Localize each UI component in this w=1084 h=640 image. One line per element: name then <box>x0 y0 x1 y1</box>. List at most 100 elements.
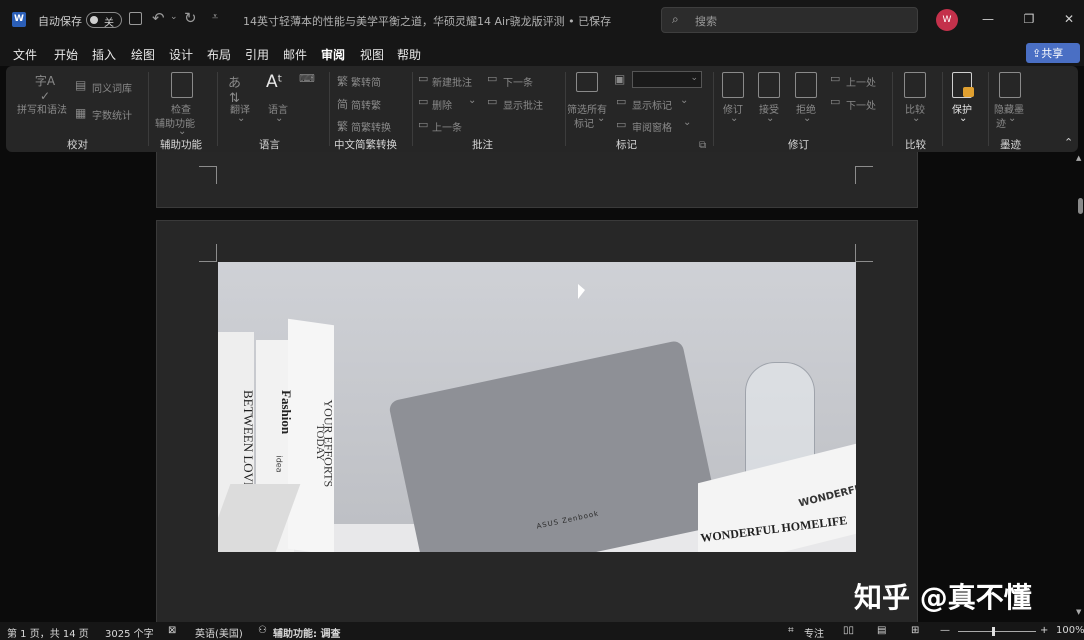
zoom-level[interactable]: 100% <box>1056 625 1084 636</box>
simp-to-trad-button[interactable]: 简转繁 <box>351 97 381 112</box>
check-accessibility-label[interactable]: 检查 <box>171 101 191 116</box>
spelling-grammar-icon[interactable]: 字A ✓ <box>33 72 57 103</box>
previous-change-icon[interactable]: ▭ <box>830 72 840 85</box>
close-icon[interactable]: ✕ <box>1062 12 1076 26</box>
document-title[interactable]: 14英寸轻薄本的性能与美学平衡之道，华硕灵耀14 Air骁龙版评测 • 已保存 <box>243 13 611 29</box>
language-icon[interactable]: Aᵗ <box>266 72 283 92</box>
redo-icon[interactable]: ↻ <box>184 9 197 27</box>
word-count[interactable]: 3025 个字 <box>105 625 154 640</box>
tab-insert[interactable]: 插入 <box>92 46 116 63</box>
accessibility-icon[interactable]: ⚇ <box>258 625 267 636</box>
collapse-ribbon-icon[interactable]: ⌃ <box>1064 136 1073 149</box>
scrollbar-thumb[interactable] <box>1078 198 1083 214</box>
tab-file[interactable]: 文件 <box>13 46 37 63</box>
inserted-photo[interactable]: BETWEEN LOVE Fashion idea YOUR EFFORTS T… <box>218 262 856 552</box>
focus-icon[interactable]: ⌗ <box>788 625 794 636</box>
share-button[interactable]: ⇪共享 <box>1026 43 1080 63</box>
compare-dropdown-icon[interactable]: ⌄ <box>912 113 920 124</box>
show-markup-icon[interactable]: ▭ <box>616 95 626 108</box>
autosave-toggle[interactable]: 关 <box>86 12 122 29</box>
translate-dropdown-icon[interactable]: ⌄ <box>237 113 245 124</box>
web-layout-icon[interactable]: ⊞ <box>911 625 919 636</box>
reviewing-pane-dropdown-icon[interactable]: ⌄ <box>683 117 691 128</box>
customize-qat-icon[interactable]: ⩡ <box>212 10 218 24</box>
accessibility-status[interactable]: 辅助功能: 调查 <box>273 625 340 640</box>
tab-layout[interactable]: 布局 <box>207 46 231 63</box>
hide-ink-dropdown-icon[interactable]: ⌄ <box>1008 113 1016 124</box>
chinese-conversion-icon[interactable]: 繁 <box>337 118 348 134</box>
restore-icon[interactable]: ❐ <box>1022 12 1036 26</box>
tab-home[interactable]: 开始 <box>54 46 78 63</box>
filter-markup-dropdown-icon[interactable]: ⌄ <box>597 113 605 124</box>
filter-markup-icon[interactable] <box>576 72 598 92</box>
trad-to-simp-icon[interactable]: 繁 <box>337 73 348 89</box>
thesaurus-icon[interactable]: ▤ <box>75 78 86 92</box>
next-comment-button[interactable]: 下一条 <box>503 74 533 89</box>
language-dropdown-icon[interactable]: ⌄ <box>275 113 283 124</box>
search-box[interactable]: ⌕ 搜索 <box>661 7 918 33</box>
scroll-down-icon[interactable]: ▼ <box>1076 608 1081 616</box>
previous-comment-button[interactable]: 上一条 <box>432 119 462 134</box>
zoom-slider[interactable] <box>958 627 1036 636</box>
hide-ink-label-2[interactable]: 迹 <box>996 115 1006 130</box>
language-status[interactable]: 英语(美国) <box>195 625 243 640</box>
show-markup-button[interactable]: 显示标记 <box>632 97 672 112</box>
proofing-icon[interactable]: ⊠ <box>168 625 176 636</box>
undo-dropdown-icon[interactable]: ⌄ <box>170 12 178 22</box>
trad-to-simp-button[interactable]: 繁转简 <box>351 74 381 89</box>
zoom-slider-thumb[interactable] <box>992 627 995 636</box>
word-count-icon[interactable]: ▦ <box>75 106 86 120</box>
next-comment-icon[interactable]: ▭ <box>487 72 497 85</box>
undo-icon[interactable]: ↶ <box>152 9 165 27</box>
dialog-launcher-icon[interactable]: ⧉ <box>699 140 706 151</box>
compare-icon[interactable] <box>904 72 926 98</box>
next-change-button[interactable]: 下一处 <box>846 97 876 112</box>
protect-dropdown-icon[interactable]: ⌄ <box>959 113 967 124</box>
display-for-review-icon[interactable]: ▣ <box>614 72 625 86</box>
accept-icon[interactable] <box>758 72 780 98</box>
zoom-in-icon[interactable]: + <box>1040 625 1048 636</box>
print-layout-icon[interactable]: ▤ <box>877 625 886 636</box>
delete-comment-button[interactable]: 删除 <box>432 97 452 112</box>
zoom-out-icon[interactable]: — <box>940 625 950 636</box>
vertical-scrollbar[interactable]: ▲ ▼ <box>1076 152 1084 622</box>
reviewing-pane-button[interactable]: 审阅窗格 <box>632 119 672 134</box>
tab-view[interactable]: 视图 <box>360 46 384 63</box>
tab-design[interactable]: 设计 <box>169 46 193 63</box>
word-count-button[interactable]: 字数统计 <box>92 107 132 122</box>
check-accessibility-label-2[interactable]: 辅助功能 <box>155 115 195 130</box>
tab-help[interactable]: 帮助 <box>397 46 421 63</box>
new-comment-button[interactable]: 新建批注 <box>432 74 472 89</box>
protect-icon[interactable] <box>952 72 974 98</box>
spelling-grammar-button[interactable]: 拼写和语法 <box>17 101 67 116</box>
focus-mode[interactable]: 专注 <box>804 625 824 640</box>
filter-markup-label-2[interactable]: 标记 <box>574 115 594 130</box>
tab-references[interactable]: 引用 <box>245 46 269 63</box>
reject-icon[interactable] <box>795 72 817 98</box>
keyboard-icon[interactable]: ⌨ <box>299 72 315 85</box>
next-change-icon[interactable]: ▭ <box>830 95 840 108</box>
check-accessibility-dropdown-icon[interactable]: ⌄ <box>178 126 186 137</box>
minimize-icon[interactable]: — <box>981 12 995 26</box>
title-dropdown-icon[interactable]: ⌄ <box>588 12 596 22</box>
chinese-conversion-button[interactable]: 简繁转换 <box>351 119 391 134</box>
show-markup-dropdown-icon[interactable]: ⌄ <box>680 95 688 106</box>
thesaurus-button[interactable]: 同义词库 <box>92 80 132 95</box>
show-comments-button[interactable]: 显示批注 <box>503 97 543 112</box>
track-changes-dropdown-icon[interactable]: ⌄ <box>730 113 738 124</box>
previous-change-button[interactable]: 上一处 <box>846 74 876 89</box>
reviewing-pane-icon[interactable]: ▭ <box>616 118 626 131</box>
simp-to-trad-icon[interactable]: 简 <box>337 96 348 112</box>
show-comments-icon[interactable]: ▭ <box>487 95 497 108</box>
scroll-up-icon[interactable]: ▲ <box>1076 154 1081 162</box>
previous-comment-icon[interactable]: ▭ <box>418 118 428 131</box>
delete-comment-dropdown-icon[interactable]: ⌄ <box>468 95 476 106</box>
track-changes-icon[interactable] <box>722 72 744 98</box>
check-accessibility-icon[interactable] <box>171 72 193 98</box>
avatar[interactable]: W <box>936 9 958 31</box>
delete-comment-icon[interactable]: ▭ <box>418 95 428 108</box>
tab-draw[interactable]: 绘图 <box>131 46 155 63</box>
reject-dropdown-icon[interactable]: ⌄ <box>803 113 811 124</box>
save-icon[interactable] <box>129 12 142 25</box>
page-indicator[interactable]: 第 1 页，共 14 页 <box>7 625 89 640</box>
